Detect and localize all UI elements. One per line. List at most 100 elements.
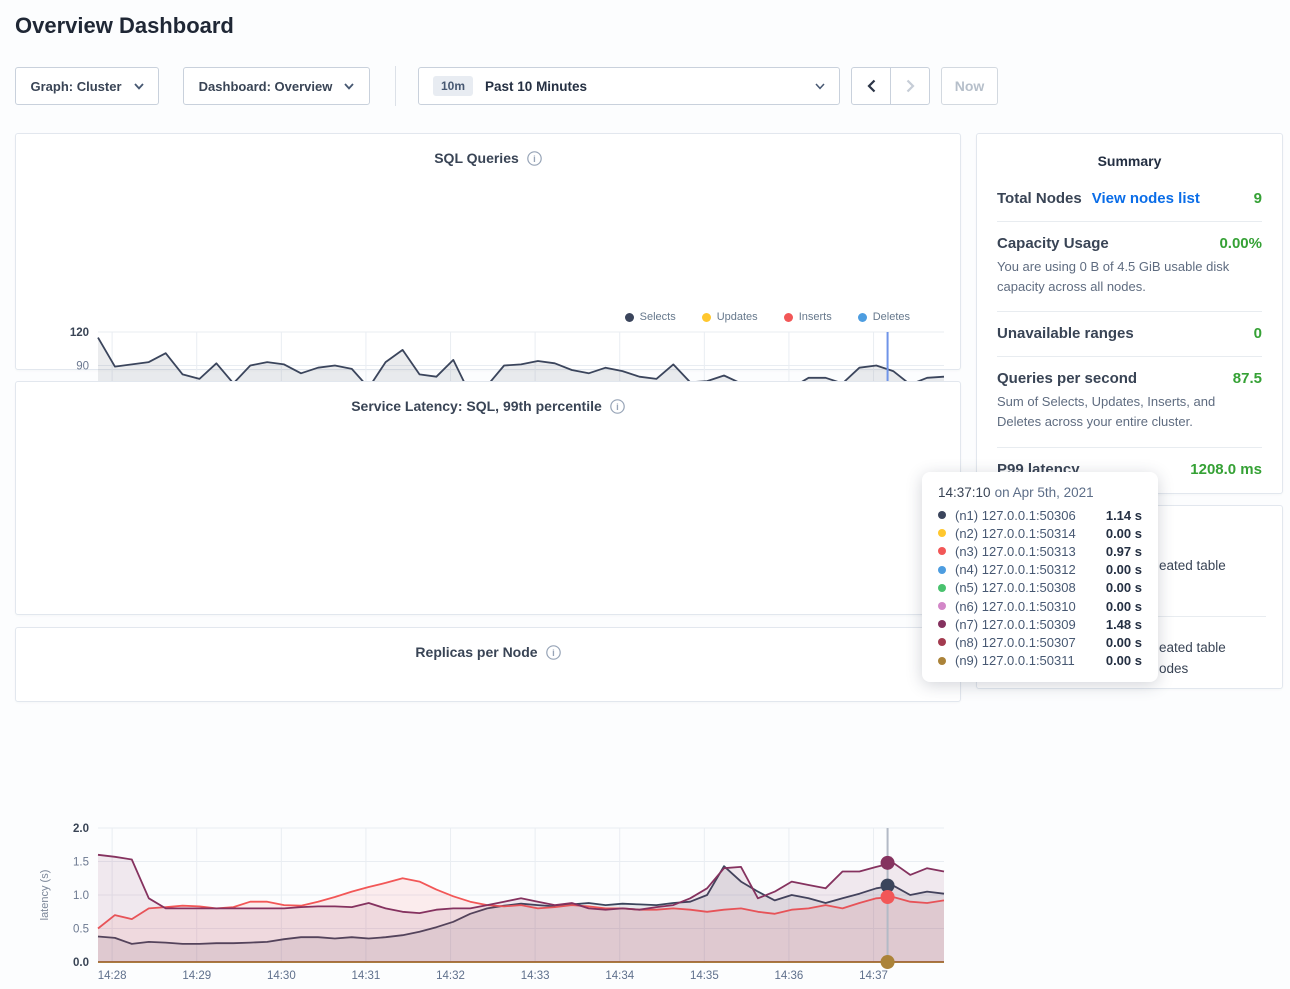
node-address: (n8) 127.0.0.1:50307	[955, 635, 1076, 650]
chevron-down-icon	[344, 83, 354, 90]
hover-point	[881, 890, 895, 904]
tooltip-row: (n8) 127.0.0.1:503070.00 s	[938, 633, 1142, 651]
graph-dropdown[interactable]: Graph: Cluster	[15, 67, 159, 105]
chevron-down-icon	[815, 83, 825, 90]
node-color-dot	[938, 566, 946, 574]
tooltip-row: (n4) 127.0.0.1:503120.00 s	[938, 561, 1142, 579]
total-nodes-label: Total Nodes	[997, 190, 1082, 207]
chevron-right-icon	[906, 79, 915, 93]
node-color-dot	[938, 529, 946, 537]
svg-text:14:28: 14:28	[98, 970, 127, 982]
event-text-fragment: eated table	[1159, 640, 1226, 655]
svg-text:latency (s): latency (s)	[39, 870, 51, 921]
total-nodes-value: 9	[1254, 190, 1262, 207]
chart-title: Service Latency: SQL, 99th percentile	[351, 398, 602, 414]
node-color-dot	[938, 511, 946, 519]
capacity-usage-desc: You are using 0 B of 4.5 GiB usable disk…	[997, 257, 1262, 297]
unavailable-ranges-label: Unavailable ranges	[997, 325, 1134, 342]
capacity-usage-value: 0.00%	[1219, 235, 1262, 252]
summary-row-unavailable: Unavailable ranges 0	[997, 312, 1262, 357]
svg-text:i: i	[533, 154, 536, 165]
sql-queries-title-row: SQL Queries i	[16, 150, 960, 169]
qps-label: Queries per second	[997, 370, 1137, 387]
svg-text:1.0: 1.0	[73, 890, 89, 902]
node-color-dot	[938, 638, 946, 646]
svg-text:120: 120	[70, 327, 89, 339]
time-range-label: Past 10 Minutes	[485, 79, 587, 94]
tooltip-date: on Apr 5th, 2021	[995, 485, 1094, 500]
node-address: (n3) 127.0.0.1:50313	[955, 544, 1076, 559]
tooltip-row: (n1) 127.0.0.1:50306 1.14 s	[938, 506, 1142, 524]
p99-latency-value: 1208.0 ms	[1190, 461, 1262, 478]
node-address: (n9) 127.0.0.1:50311	[955, 653, 1075, 668]
node-address: (n5) 127.0.0.1:50308	[955, 580, 1076, 595]
node-latency-value: 0.00 s	[1106, 562, 1142, 577]
svg-text:90: 90	[76, 361, 89, 373]
summary-title: Summary	[997, 153, 1262, 169]
info-icon[interactable]: i	[546, 645, 561, 663]
graph-dropdown-label: Graph: Cluster	[30, 79, 121, 94]
now-button[interactable]: Now	[941, 67, 998, 105]
node-latency-value: 0.97 s	[1106, 544, 1142, 559]
node-address: (n1) 127.0.0.1:50306	[955, 508, 1076, 523]
qps-desc: Sum of Selects, Updates, Inserts, and De…	[997, 392, 1262, 432]
time-nav-group	[851, 67, 930, 105]
hover-point	[881, 955, 895, 969]
tooltip-row: (n7) 127.0.0.1:50309 1.48 s	[938, 615, 1142, 633]
node-latency-value: 0.00 s	[1106, 653, 1142, 668]
node-latency-value: 1.48 s	[1106, 617, 1142, 632]
node-color-dot	[938, 584, 946, 592]
time-range-selector[interactable]: 10m Past 10 Minutes	[418, 67, 840, 105]
node-color-dot	[938, 602, 946, 610]
service-latency-plot[interactable]: 0.00.51.01.52.014:2814:2914:3014:3114:32…	[36, 816, 951, 984]
node-color-dot	[938, 620, 946, 628]
event-text-fragment: eated table	[1159, 558, 1226, 573]
node-latency-value: 0.00 s	[1106, 580, 1142, 595]
node-latency-value: 0.00 s	[1106, 526, 1142, 541]
chevron-down-icon	[134, 83, 144, 90]
summary-panel: Summary Total Nodes View nodes list 9 Ca…	[976, 133, 1283, 494]
tooltip-row: (n6) 127.0.0.1:50310 0.00 s	[938, 597, 1142, 615]
svg-text:0.5: 0.5	[73, 924, 89, 936]
node-address: (n6) 127.0.0.1:50310	[955, 599, 1076, 614]
time-prev-button[interactable]	[851, 67, 891, 105]
chart-title: SQL Queries	[434, 150, 519, 166]
node-color-dot	[938, 657, 946, 665]
tooltip-row: (n3) 127.0.0.1:50313 0.97 s	[938, 542, 1142, 560]
svg-text:1.5: 1.5	[73, 857, 89, 869]
time-range-badge: 10m	[433, 76, 473, 96]
qps-value: 87.5	[1233, 370, 1262, 387]
view-nodes-list-link[interactable]: View nodes list	[1092, 190, 1200, 207]
node-latency-value: 1.14 s	[1106, 508, 1142, 523]
replicas-title-row: Replicas per Node i	[16, 644, 960, 663]
chart-hover-tooltip: 14:37:10 on Apr 5th, 2021 (n1) 127.0.0.1:…	[922, 472, 1158, 682]
info-icon[interactable]: i	[610, 399, 625, 417]
tooltip-time: 14:37:10	[938, 485, 991, 500]
svg-text:14:32: 14:32	[436, 970, 465, 982]
node-address: (n7) 127.0.0.1:50309	[955, 617, 1076, 632]
service-latency-title-row: Service Latency: SQL, 99th percentile i	[16, 398, 960, 417]
svg-text:14:31: 14:31	[352, 970, 381, 982]
svg-text:14:34: 14:34	[605, 970, 634, 982]
svg-text:i: i	[616, 402, 619, 413]
dashboard-dropdown[interactable]: Dashboard: Overview	[183, 67, 370, 105]
tooltip-row: (n9) 127.0.0.1:50311 0.00 s	[938, 652, 1142, 670]
node-latency-value: 0.00 s	[1106, 599, 1142, 614]
info-icon[interactable]: i	[527, 151, 542, 169]
svg-text:14:29: 14:29	[182, 970, 211, 982]
summary-row-total-nodes: Total Nodes View nodes list 9	[997, 177, 1262, 222]
tooltip-rows: (n1) 127.0.0.1:50306 1.14 s (n2) 127.0.0.1…	[938, 506, 1142, 670]
chart-title: Replicas per Node	[415, 644, 537, 660]
node-color-dot	[938, 547, 946, 555]
capacity-usage-label: Capacity Usage	[997, 235, 1109, 252]
tooltip-row: (n5) 127.0.0.1:50308 0.00 s	[938, 579, 1142, 597]
service-latency-card: Service Latency: SQL, 99th percentilei 0…	[15, 381, 961, 615]
replicas-per-node-card: Replicas per Node i	[15, 627, 961, 702]
svg-text:14:30: 14:30	[267, 970, 296, 982]
dashboard-dropdown-label: Dashboard: Overview	[199, 79, 333, 94]
svg-text:14:36: 14:36	[775, 970, 804, 982]
svg-text:14:35: 14:35	[690, 970, 719, 982]
node-address: (n2) 127.0.0.1:50314	[955, 526, 1076, 541]
tooltip-header: 14:37:10 on Apr 5th, 2021	[938, 485, 1142, 500]
time-next-button[interactable]	[890, 67, 930, 105]
